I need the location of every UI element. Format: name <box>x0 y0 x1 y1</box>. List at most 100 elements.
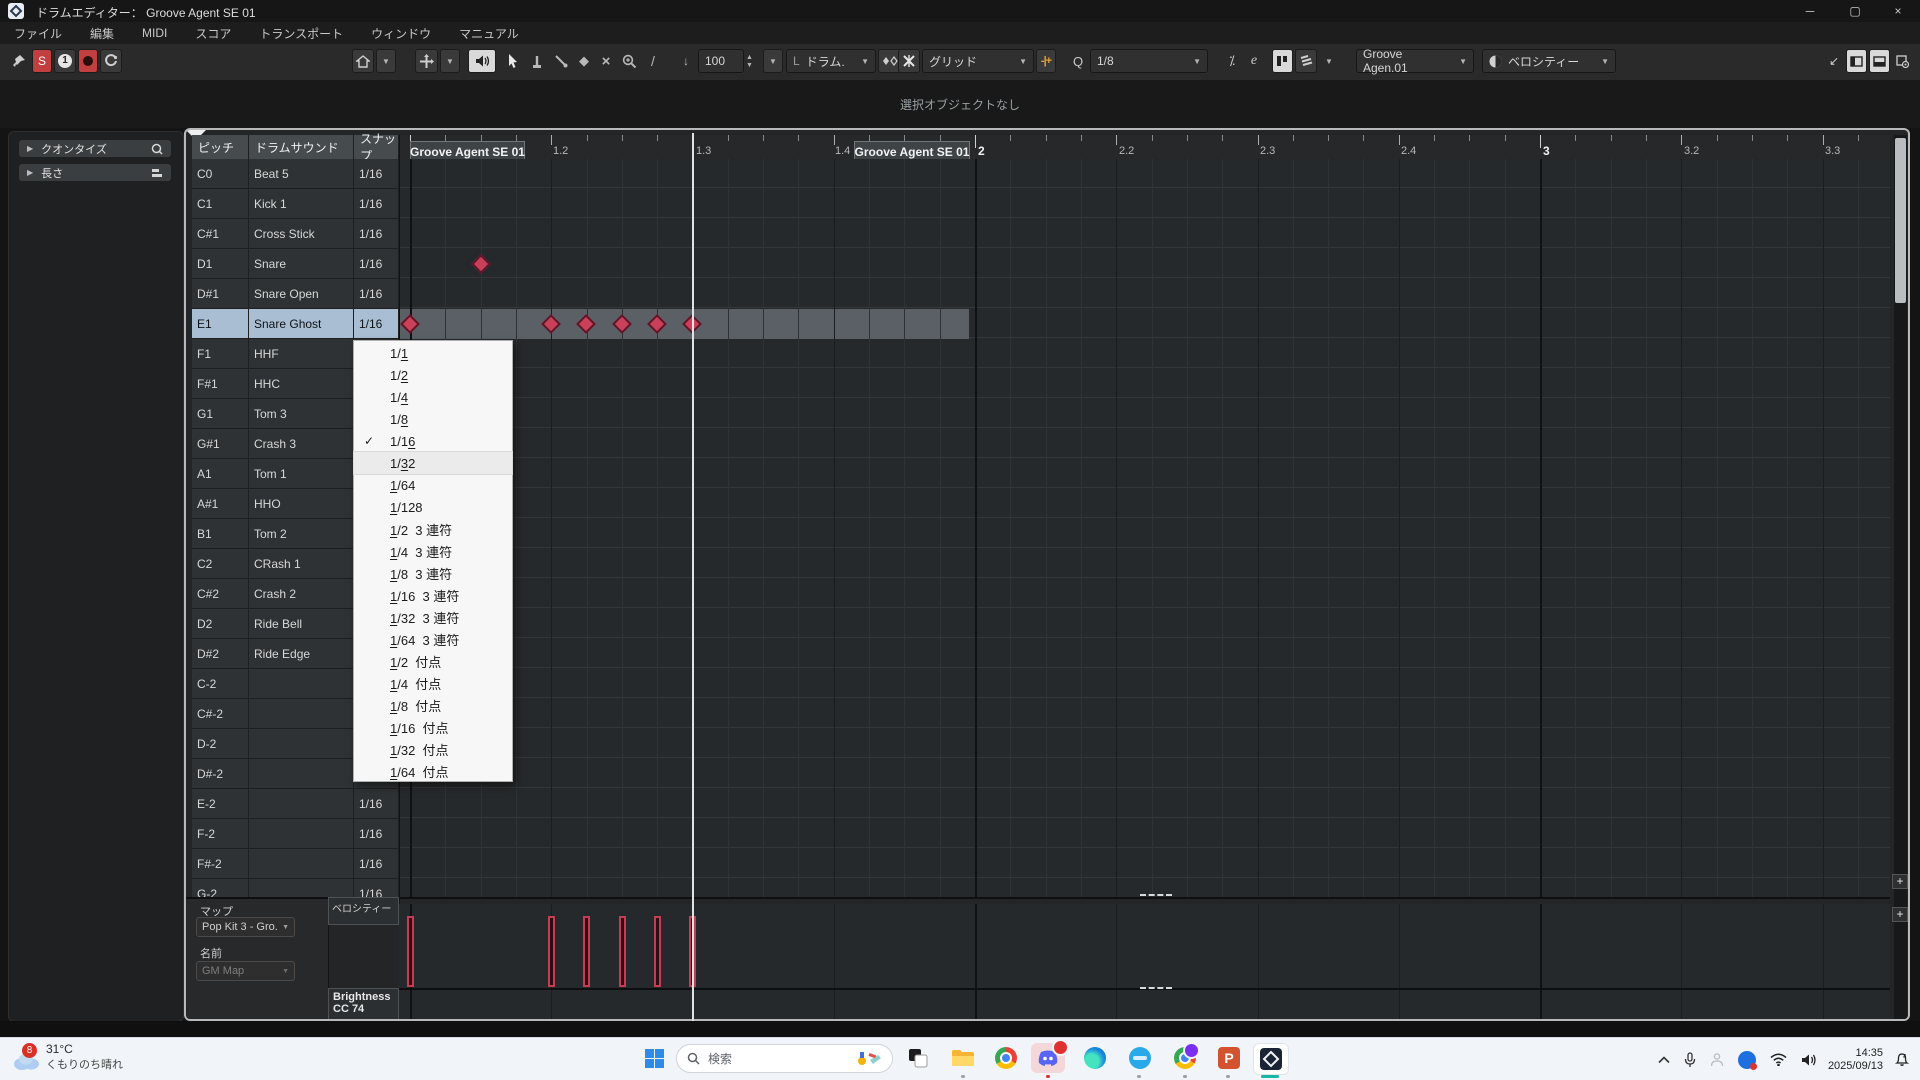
playhead-cursor[interactable] <box>692 133 694 1021</box>
menu-item-1/16-付点[interactable]: 1/16 付点 <box>354 716 512 738</box>
menu-item-1/4-3-連符[interactable]: 1/4 3 連符 <box>354 540 512 562</box>
insert-length-combo[interactable]: L ドラム. ▼ <box>786 49 876 73</box>
menu-item-1/32-3-連符[interactable]: 1/32 3 連符 <box>354 606 512 628</box>
menu-item-1/64-3-連符[interactable]: 1/64 3 連符 <box>354 628 512 650</box>
menu-item-1/32[interactable]: 1/32 <box>354 452 512 474</box>
velocity-bar[interactable] <box>619 916 626 987</box>
menu-item-1/8-付点[interactable]: 1/8 付点 <box>354 694 512 716</box>
tray-app-status-icon[interactable] <box>1738 1051 1756 1069</box>
start-button[interactable] <box>641 1045 667 1071</box>
quantize-preset-combo[interactable]: 1/8▼ <box>1090 49 1208 73</box>
setup-toolbar-button[interactable] <box>1892 49 1913 73</box>
list-header-0[interactable]: ピッチ <box>192 135 249 159</box>
tray-notification-bell-icon[interactable]: z <box>1894 1051 1910 1068</box>
powerpoint-button[interactable]: P <box>1216 1045 1242 1071</box>
autoscroll-home-button[interactable] <box>352 49 374 73</box>
velocity-lane-header[interactable]: ベロシティー <box>328 897 399 925</box>
chrome-button[interactable] <box>993 1045 1019 1071</box>
tray-chevron-up-icon[interactable] <box>1658 1056 1670 1064</box>
zoom-tool-button[interactable] <box>618 49 641 73</box>
menu-item-1/32-付点[interactable]: 1/32 付点 <box>354 738 512 760</box>
layout-lower-zone-button[interactable] <box>1869 49 1890 73</box>
tray-mic-icon[interactable] <box>1684 1052 1696 1068</box>
minimize-button[interactable]: ─ <box>1790 0 1830 22</box>
note-grid[interactable] <box>399 159 1890 897</box>
tray-person-icon[interactable] <box>1710 1052 1724 1067</box>
drum-row-D#1[interactable]: D#1Snare Open1/16 <box>192 279 399 309</box>
snap-type-button[interactable]: -|+ <box>1036 49 1056 73</box>
layers-button[interactable] <box>1295 49 1317 73</box>
menu-0[interactable]: ファイル <box>0 25 76 42</box>
snap-toggle-button[interactable] <box>898 49 920 73</box>
edge-button[interactable] <box>1082 1045 1108 1071</box>
iterative-quantize-button[interactable]: ⁒ <box>1222 49 1242 73</box>
keyboard-zoom-in-button[interactable]: + <box>1892 874 1908 889</box>
drum-map-dropdown[interactable]: Pop Kit 3 - Gro.▼ <box>196 917 295 937</box>
menu-3[interactable]: スコア <box>181 25 245 42</box>
snap-cell[interactable]: 1/16 <box>354 219 399 249</box>
acoustic-preview-button[interactable] <box>468 49 496 73</box>
menu-item-1/2-3-連符[interactable]: 1/2 3 連符 <box>354 518 512 540</box>
controller-selector-combo[interactable]: ベロシティー▼ <box>1482 49 1616 73</box>
collapse-button[interactable]: ↙ <box>1824 49 1844 73</box>
erase-tool-button[interactable]: ◆ <box>574 49 594 73</box>
drum-row-G-2[interactable]: G-21/16 <box>192 879 399 897</box>
velocity-bar[interactable] <box>583 916 590 987</box>
maximize-button[interactable]: ▢ <box>1835 0 1875 22</box>
list-header-1[interactable]: ドラムサウンド <box>249 135 354 159</box>
keyboard-zoom-in-button-2[interactable]: + <box>1892 907 1908 922</box>
tray-wifi-icon[interactable] <box>1770 1053 1787 1066</box>
drum-row-F#-2[interactable]: F#-21/16 <box>192 849 399 879</box>
menu-item-1/16[interactable]: ✓1/16 <box>354 430 512 452</box>
drum-row-C#1[interactable]: C#1Cross Stick1/16 <box>192 219 399 249</box>
file-explorer-button[interactable] <box>950 1045 976 1071</box>
blue-app-button[interactable] <box>1127 1045 1153 1071</box>
cubase-button[interactable] <box>1253 1043 1289 1075</box>
menu-item-1/64-付点[interactable]: 1/64 付点 <box>354 760 512 782</box>
snap-cell[interactable]: 1/16 <box>354 249 399 279</box>
menu-item-1/1[interactable]: 1/1 <box>354 342 512 364</box>
snap-cell[interactable]: 1/16 <box>354 189 399 219</box>
snap-cell[interactable]: 1/16 <box>354 309 399 339</box>
velocity-value-field[interactable]: 100 <box>698 49 744 73</box>
quantize-edit-button[interactable]: e <box>1244 49 1264 73</box>
velocity-bar[interactable] <box>654 916 661 987</box>
record-button[interactable] <box>78 49 98 73</box>
drum-row-F-2[interactable]: F-21/16 <box>192 819 399 849</box>
autoscroll-button[interactable] <box>415 49 438 73</box>
scrollbar-thumb[interactable] <box>1895 138 1906 303</box>
velocity-stepper[interactable]: ▲▼ <box>746 54 753 69</box>
menu-4[interactable]: トランスポート <box>245 25 357 42</box>
velocity-lane[interactable] <box>399 904 1890 988</box>
loop-button[interactable] <box>100 49 122 73</box>
snap-cell[interactable]: 1/16 <box>354 279 399 309</box>
autoscroll-home-dropdown[interactable]: ▼ <box>376 49 396 73</box>
list-header-2[interactable]: スナップ <box>354 135 399 159</box>
quantize-section-header[interactable]: ▶ クオンタイズ <box>19 140 171 157</box>
taskbar-weather-widget[interactable]: 8 31°C くもりのち晴れ <box>12 1042 123 1072</box>
drum-row-E-2[interactable]: E-21/16 <box>192 789 399 819</box>
draw-line-tool-button[interactable]: / <box>643 49 663 73</box>
pin-icon[interactable] <box>8 49 30 73</box>
close-button[interactable]: × <box>1878 0 1918 22</box>
drum-row-E1[interactable]: E1Snare Ghost1/16 <box>192 309 399 339</box>
menu-item-1/8-3-連符[interactable]: 1/8 3 連符 <box>354 562 512 584</box>
snap-cell[interactable]: 1/16 <box>354 819 399 849</box>
menu-item-1/64[interactable]: 1/64 <box>354 474 512 496</box>
menu-1[interactable]: 編集 <box>76 25 128 42</box>
tray-clock[interactable]: 14:35 2025/09/13 <box>1828 1047 1883 1073</box>
velocity-down-icon[interactable]: ↓ <box>676 49 696 73</box>
snap-cell[interactable]: 1/16 <box>354 879 399 897</box>
discord-button[interactable] <box>1031 1043 1065 1073</box>
menu-item-1/128[interactable]: 1/128 <box>354 496 512 518</box>
drum-row-C1[interactable]: C1Kick 11/16 <box>192 189 399 219</box>
acoustic-feedback-button[interactable]: 1 <box>54 49 76 73</box>
solo-button[interactable]: S <box>32 49 52 73</box>
map-name-dropdown[interactable]: GM Map▼ <box>196 961 295 981</box>
menu-6[interactable]: マニュアル <box>445 25 533 42</box>
brightness-lane-header[interactable]: BrightnessCC 74 <box>328 988 399 1021</box>
length-section-header[interactable]: ▶ 長さ <box>19 164 171 181</box>
menu-item-1/2[interactable]: 1/2 <box>354 364 512 386</box>
chrome-profile-button[interactable] <box>1172 1045 1198 1071</box>
velocity-dropdown[interactable]: ▼ <box>763 49 783 73</box>
